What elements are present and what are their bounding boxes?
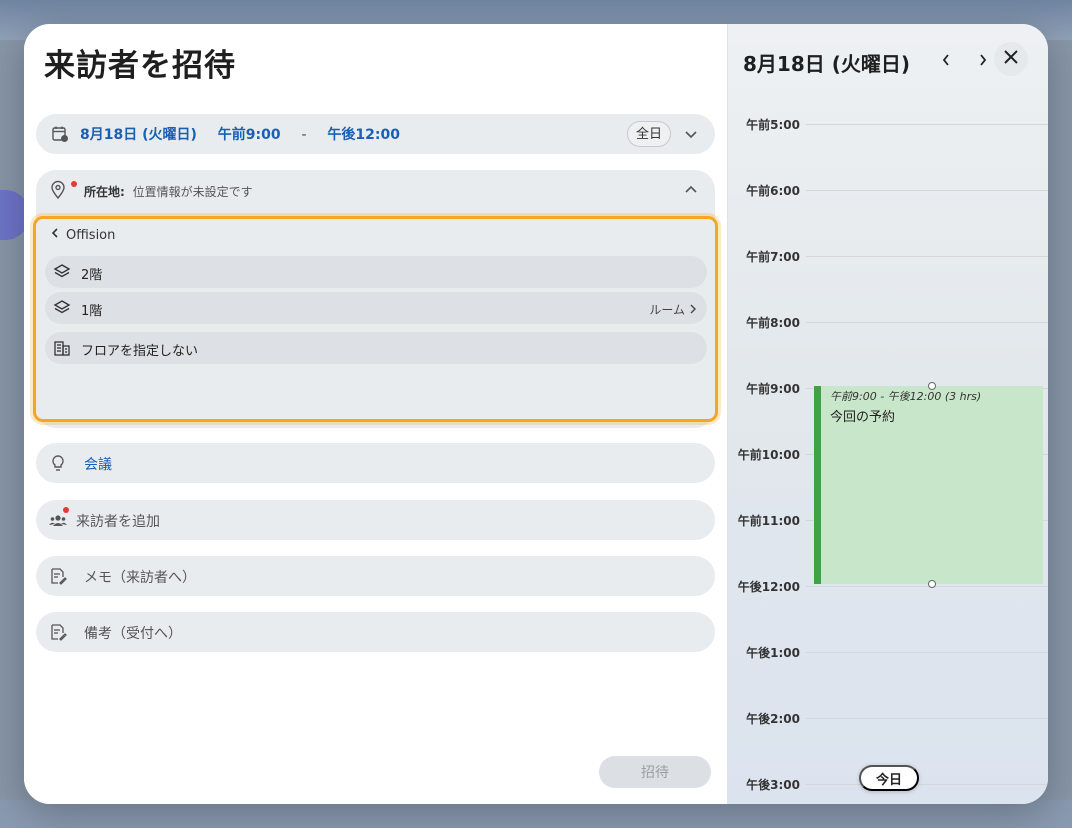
hour-gridline: [806, 190, 1048, 191]
invite-button[interactable]: 招待: [599, 756, 711, 788]
floor-label: 1階: [81, 304, 103, 319]
room-link-label: ルーム: [649, 303, 685, 317]
layers-icon: [53, 299, 71, 317]
location-label-title: 所在地:: [84, 185, 125, 199]
floor-item-unspecified[interactable]: フロアを指定しない: [45, 332, 707, 364]
datetime-row[interactable]: 8月18日 (火曜日) 午前9:00 - 午後12:00 全日: [36, 114, 715, 154]
floor-selector: Offision 2階 1階 ルーム フロアを指定しない: [33, 216, 718, 422]
day-calendar: 8月18日 (火曜日) 午前5:00 午前6:00 午前7:00 午前8:00 午前9:…: [727, 24, 1048, 804]
building-name: Offision: [66, 227, 116, 243]
event-resize-handle-top[interactable]: [928, 382, 936, 390]
room-link[interactable]: ルーム: [649, 301, 697, 318]
hour-gridline: [806, 652, 1048, 653]
start-time[interactable]: 午前9:00: [218, 127, 281, 143]
add-visitor-placeholder: 来訪者を追加: [76, 514, 160, 530]
hour-gridline: [806, 256, 1048, 257]
note-edit-icon: [48, 622, 68, 642]
location-label: 所在地: 位置情報が未設定です: [84, 183, 253, 200]
hour-label: 午前6:00: [746, 184, 800, 198]
lightbulb-icon: [48, 453, 68, 473]
all-day-toggle[interactable]: 全日: [627, 121, 672, 147]
people-icon: [48, 510, 68, 530]
calendar-event[interactable]: 午前9:00 - 午後12:00 (3 hrs) 今回の予約: [814, 386, 1043, 584]
location-pin-icon: [48, 180, 68, 200]
datetime-text[interactable]: 8月18日 (火曜日) 午前9:00 - 午後12:00: [80, 124, 416, 144]
date-value[interactable]: 8月18日 (火曜日): [80, 127, 197, 143]
note-edit-icon: [48, 566, 68, 586]
floor-item-1f[interactable]: 1階 ルーム: [45, 292, 707, 324]
chevron-left-icon: [50, 227, 60, 243]
hour-label: 午前7:00: [746, 250, 800, 264]
hour-label: 午前9:00: [746, 382, 800, 396]
layers-icon: [53, 263, 71, 281]
chevron-down-icon[interactable]: [682, 125, 700, 143]
chevron-right-icon: [689, 303, 697, 317]
event-resize-handle-bottom[interactable]: [928, 580, 936, 588]
hour-label: 午前10:00: [737, 448, 800, 462]
hour-gridline: [806, 124, 1048, 125]
dialog-title: 来訪者を招待: [44, 48, 236, 84]
floor-label: 2階: [81, 268, 103, 283]
location-value: 位置情報が未設定です: [132, 185, 253, 199]
hour-label: 午後2:00: [746, 712, 800, 726]
hour-gridline: [806, 718, 1048, 719]
location-header[interactable]: 所在地: 位置情報が未設定です: [36, 170, 715, 210]
invite-form: 来訪者を招待 8月18日 (火曜日) 午前9:00 - 午後12:00 全日 所…: [24, 24, 727, 804]
add-visitor-field[interactable]: 来訪者を追加: [36, 500, 715, 540]
purpose-value: 会議: [84, 457, 112, 473]
time-separator: -: [301, 127, 307, 143]
back-to-building-button[interactable]: Offision: [50, 227, 115, 243]
memo-reception-field[interactable]: 備考（受付へ）: [36, 612, 715, 652]
chevron-left-icon[interactable]: [936, 50, 956, 70]
hour-label: 午後12:00: [737, 580, 800, 594]
hour-label: 午後3:00: [746, 778, 800, 792]
invite-visitor-dialog: 来訪者を招待 8月18日 (火曜日) 午前9:00 - 午後12:00 全日 所…: [24, 24, 1048, 804]
event-title: 今回の予約: [830, 410, 896, 425]
hour-label: 午前11:00: [737, 514, 800, 528]
required-indicator: [71, 181, 77, 187]
today-button[interactable]: 今日: [859, 765, 919, 791]
close-button[interactable]: [994, 42, 1028, 76]
close-icon: [1002, 48, 1020, 70]
floor-item-2f[interactable]: 2階: [45, 256, 707, 288]
hour-gridline: [806, 322, 1048, 323]
hour-gridline: [806, 784, 1048, 785]
chevron-up-icon[interactable]: [682, 181, 700, 199]
chevron-right-icon[interactable]: [973, 50, 993, 70]
calendar-clock-icon: [50, 124, 70, 144]
floor-label: フロアを指定しない: [81, 344, 199, 359]
hour-label: 午前5:00: [746, 118, 800, 132]
background-app-footer: [0, 800, 1072, 828]
required-indicator: [63, 507, 69, 513]
hour-gridline: [806, 586, 1048, 587]
building-icon: [53, 339, 71, 357]
hour-label: 午後1:00: [746, 646, 800, 660]
memo-reception-placeholder: 備考（受付へ）: [84, 626, 182, 642]
memo-visitor-placeholder: メモ（来訪者へ）: [84, 570, 196, 586]
event-time: 午前9:00 - 午後12:00 (3 hrs): [830, 390, 982, 403]
end-time[interactable]: 午後12:00: [327, 127, 400, 143]
hour-label: 午前8:00: [746, 316, 800, 330]
calendar-date-title: 8月18日 (火曜日): [743, 52, 910, 76]
purpose-field[interactable]: 会議: [36, 443, 715, 483]
memo-visitor-field[interactable]: メモ（来訪者へ）: [36, 556, 715, 596]
